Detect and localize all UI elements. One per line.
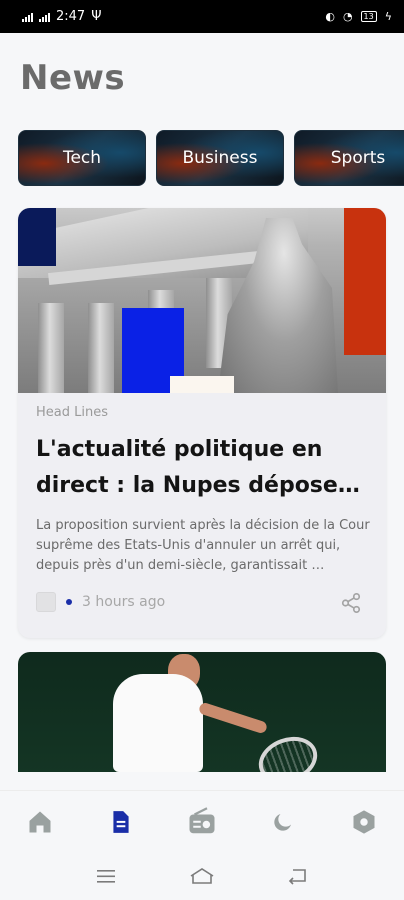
status-time: 2:47 xyxy=(56,9,86,24)
article-headline[interactable]: L'actualité politique en direct : la Nup… xyxy=(36,432,376,504)
vpn-icon: ◐ xyxy=(325,10,335,23)
nav-settings[interactable] xyxy=(344,802,384,842)
charging-icon: ϟ xyxy=(384,10,392,23)
article-time: 3 hours ago xyxy=(82,594,166,610)
status-bar: 2:47 Ψ ◐ ◔ 13 ϟ xyxy=(0,0,404,33)
battery-level: 13 xyxy=(363,12,374,21)
moon-icon xyxy=(274,813,291,831)
article-card[interactable]: Head Lines L'actualité politique en dire… xyxy=(18,208,386,638)
back-icon[interactable] xyxy=(287,866,309,886)
article-summary: La proposition survient après la décisio… xyxy=(36,518,370,573)
category-list: Tech Business Sports xyxy=(18,130,404,188)
category-sports[interactable]: Sports xyxy=(294,130,404,186)
wifi-icon: ◔ xyxy=(342,10,353,23)
article-meta: 3 hours ago xyxy=(36,592,165,612)
category-tech[interactable]: Tech xyxy=(18,130,146,186)
radio-icon xyxy=(189,806,215,833)
nav-radio[interactable] xyxy=(182,802,222,842)
settings-icon xyxy=(353,809,375,834)
battery-icon: 13 xyxy=(360,11,377,22)
nav-home[interactable] xyxy=(20,802,60,842)
menu-icon[interactable] xyxy=(95,867,117,885)
source-logo xyxy=(36,592,56,612)
bottom-nav xyxy=(0,790,404,852)
category-label: Sports xyxy=(330,148,386,168)
home-icon xyxy=(29,811,51,832)
article-icon xyxy=(113,810,129,833)
article-image xyxy=(18,208,386,393)
category-business[interactable]: Business xyxy=(156,130,284,186)
share-icon[interactable] xyxy=(340,592,362,614)
article-card[interactable] xyxy=(18,652,386,772)
article-kicker: Head Lines xyxy=(36,405,108,420)
dot-icon xyxy=(66,599,72,605)
signal-icon xyxy=(22,12,33,22)
category-label: Business xyxy=(182,148,258,168)
page-title: News xyxy=(20,58,126,98)
system-nav xyxy=(0,852,404,900)
usb-icon: Ψ xyxy=(91,9,102,24)
signal-icon xyxy=(39,12,50,22)
home-outline-icon[interactable] xyxy=(188,866,216,886)
nav-articles[interactable] xyxy=(101,802,141,842)
category-label: Tech xyxy=(62,148,102,168)
nav-dark-mode[interactable] xyxy=(263,802,303,842)
